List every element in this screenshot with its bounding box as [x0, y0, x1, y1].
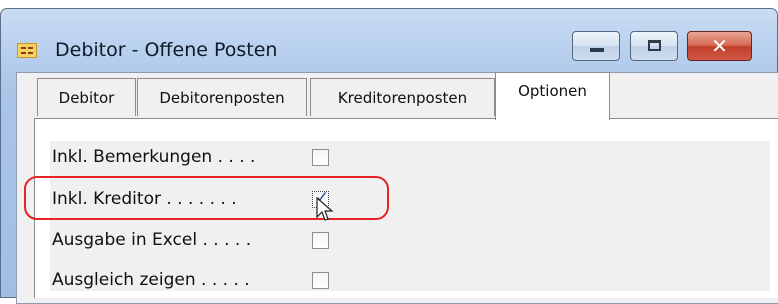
tab-kreditorenposten[interactable]: Kreditorenposten [310, 78, 495, 116]
checkbox-ausgleich-zeigen[interactable] [312, 272, 329, 289]
maximize-icon [648, 40, 661, 51]
minimize-button[interactable] [572, 31, 620, 61]
mouse-pointer-icon [316, 197, 334, 221]
tab-debitorenposten[interactable]: Debitorenposten [137, 78, 307, 116]
option-label-ausgleich: Ausgleich zeigen . . . . . [52, 270, 250, 290]
tab-debitor[interactable]: Debitor [37, 78, 136, 116]
app-form-icon [17, 43, 37, 58]
highlight-annotation [24, 176, 389, 220]
option-label-excel: Ausgabe in Excel . . . . . [52, 230, 252, 250]
maximize-button[interactable] [630, 31, 678, 61]
close-button[interactable]: ✕ [687, 31, 752, 61]
close-icon: ✕ [711, 34, 728, 58]
title-bar[interactable]: Debitor - Offene Posten ✕ [1, 9, 777, 81]
checkbox-ausgabe-excel[interactable] [312, 232, 329, 249]
option-label-bemerkungen: Inkl. Bemerkungen . . . . [52, 147, 256, 167]
tab-optionen[interactable]: Optionen [495, 72, 610, 120]
checkbox-inkl-bemerkungen[interactable] [312, 149, 329, 166]
minimize-icon [590, 48, 604, 52]
window-title: Debitor - Offene Posten [55, 39, 278, 61]
